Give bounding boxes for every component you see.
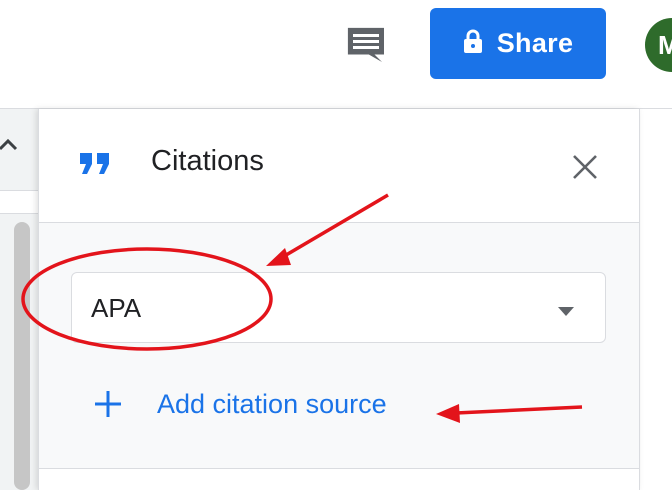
scrollbar[interactable] [14, 222, 30, 490]
panel-title: Citations [151, 145, 264, 177]
panel-body: APA Add citation source [39, 223, 639, 469]
avatar[interactable]: M [645, 18, 672, 72]
share-label: Share [496, 28, 574, 58]
close-icon[interactable] [571, 153, 599, 181]
comment-icon[interactable] [346, 26, 388, 66]
lock-icon [463, 29, 483, 58]
add-citation-source-button[interactable]: Add citation source [93, 384, 387, 424]
plus-icon [93, 389, 123, 419]
quote-icon [79, 151, 111, 177]
share-button[interactable]: Share [430, 8, 606, 79]
panel-header: Citations [39, 109, 639, 223]
citation-style-select[interactable]: APA [71, 272, 606, 343]
citation-style-value: APA [91, 293, 142, 323]
citations-panel: Citations APA Add citation source [38, 109, 640, 490]
top-bar: Share M [0, 0, 672, 109]
chevron-up-icon[interactable] [0, 132, 20, 156]
ruler [0, 190, 38, 214]
chevron-down-icon [558, 303, 574, 316]
add-citation-source-label: Add citation source [157, 388, 387, 419]
